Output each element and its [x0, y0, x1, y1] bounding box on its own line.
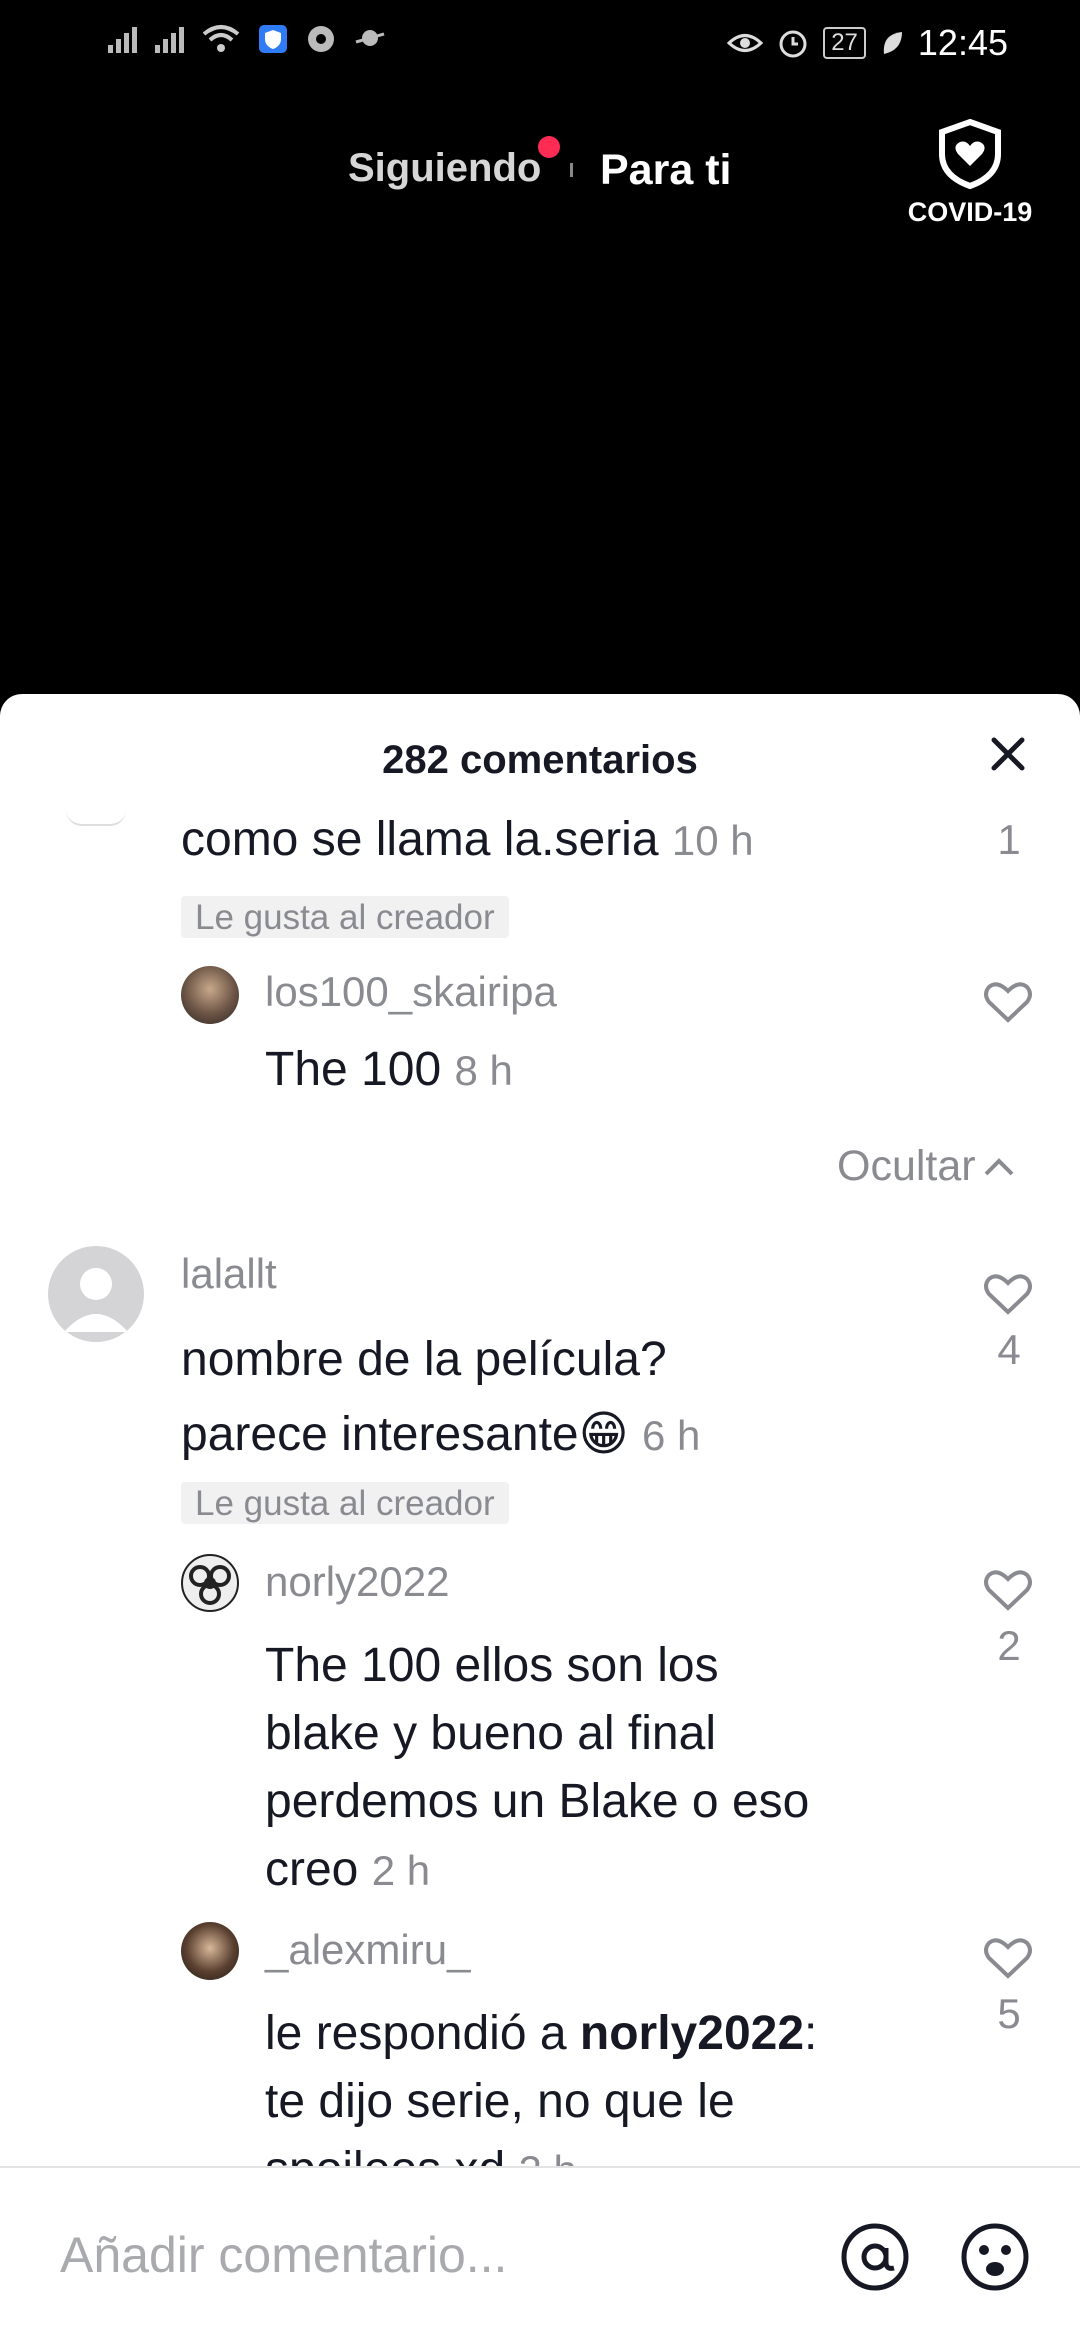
comment-text: The 100 8 h — [265, 1042, 513, 1097]
comment-line: perdemos un Blake o eso — [265, 1775, 810, 1828]
reply-prefix: le respondió a — [265, 2007, 580, 2060]
chevron-up-icon — [984, 1157, 1014, 1175]
default-avatar-icon — [64, 1268, 128, 1332]
comments-count-title: 282 comentarios — [382, 738, 698, 782]
mention-icon[interactable] — [840, 2222, 910, 2292]
liked-by-creator-badge: Le gusta al creador — [181, 896, 509, 938]
comment-text: The 100 ellos son los blake y bueno al f… — [265, 1632, 809, 1905]
like-count: 4 — [997, 1326, 1021, 1373]
covid-button[interactable]: COVID-19 — [900, 118, 1040, 228]
status-bar: 27 12:45 — [0, 0, 1080, 84]
heart-icon[interactable] — [983, 980, 1033, 1024]
comment-time: 10 h — [671, 817, 754, 864]
username[interactable]: norly2022 — [265, 1558, 449, 1606]
signal-icon — [108, 25, 137, 53]
grin-emoji: 😁 — [578, 1408, 629, 1461]
comment-text: nombre de la película? parece interesant… — [181, 1322, 700, 1473]
comment-body: como se llama la.seria — [181, 813, 659, 866]
hide-label: Ocultar — [837, 1142, 976, 1190]
avatar[interactable] — [181, 1554, 239, 1612]
comment-time: 8 h — [454, 1047, 513, 1094]
comment-time: 6 h — [641, 1412, 701, 1459]
like-count: 1 — [997, 816, 1021, 863]
close-icon[interactable] — [984, 730, 1032, 778]
alarm-icon — [779, 30, 807, 58]
comment-line-2: parece interesante😁 6 h — [181, 1397, 700, 1473]
comment-text: como se llama la.seria 10 h — [181, 812, 754, 867]
emoji-icon[interactable] — [960, 2222, 1030, 2292]
username[interactable]: los100_skairipa — [265, 968, 557, 1016]
chrome-icon — [308, 26, 334, 52]
comment-line: blake y bueno al final — [265, 1707, 716, 1760]
tab-following[interactable]: Siguiendo — [348, 146, 541, 191]
biohazard-avatar-icon — [189, 1565, 231, 1605]
avatar[interactable] — [181, 1922, 239, 1980]
avatar[interactable] — [181, 966, 239, 1024]
avatar[interactable] — [48, 1246, 144, 1342]
wifi-icon — [202, 25, 240, 52]
liked-by-creator-badge: Le gusta al creador — [181, 1482, 509, 1524]
comment-input-bar: Añadir comentario... — [0, 2166, 1080, 2342]
notification-dot — [538, 136, 560, 158]
username[interactable]: lalallt — [181, 1250, 277, 1298]
comment-line-1: le respondió a norly2022: — [265, 2000, 817, 2068]
comment-line: nombre de la película? — [181, 1333, 667, 1386]
clock: 12:45 — [917, 22, 1008, 63]
shield-heart-icon — [939, 118, 1001, 190]
avatar-partial — [66, 810, 126, 826]
app-notification-icon — [355, 30, 385, 46]
heart-icon[interactable] — [983, 1568, 1033, 1612]
covid-label: COVID-19 — [907, 197, 1033, 227]
mention-link[interactable]: norly2022 — [580, 2007, 804, 2060]
comment-body: The 100 — [265, 1043, 442, 1096]
comments-sheet: 282 comentarios como se llama la.seria 1… — [0, 694, 1080, 2340]
status-icons-right: 27 12:45 — [727, 22, 1008, 64]
comment-input[interactable]: Añadir comentario... — [60, 2226, 507, 2284]
battery-indicator: 27 — [823, 27, 866, 59]
status-icons-left — [108, 24, 386, 54]
leaf-icon — [883, 32, 902, 54]
comment-line-4: creo 2 h — [265, 1836, 809, 1905]
heart-icon[interactable] — [983, 1936, 1033, 1980]
username[interactable]: _alexmiru_ — [265, 1926, 470, 1974]
tab-for-you[interactable]: Para ti — [600, 146, 731, 195]
reply-colon: : — [804, 2007, 818, 2060]
comment-body: creo — [265, 1843, 359, 1896]
comment-time: 2 h — [371, 1847, 431, 1894]
shield-app-icon — [259, 25, 287, 53]
comment-body: parece interesante — [181, 1408, 579, 1461]
comment-line: The 100 ellos son los — [265, 1639, 719, 1692]
like-count: 2 — [997, 1622, 1021, 1669]
comment-line: te dijo serie, no que le — [265, 2075, 735, 2128]
heart-icon[interactable] — [983, 1272, 1033, 1316]
tab-separator — [570, 163, 573, 177]
hide-replies-button[interactable]: Ocultar — [837, 1142, 1016, 1191]
signal-2-icon — [155, 25, 184, 53]
eye-icon — [727, 34, 764, 52]
like-count: 5 — [997, 1990, 1021, 2037]
